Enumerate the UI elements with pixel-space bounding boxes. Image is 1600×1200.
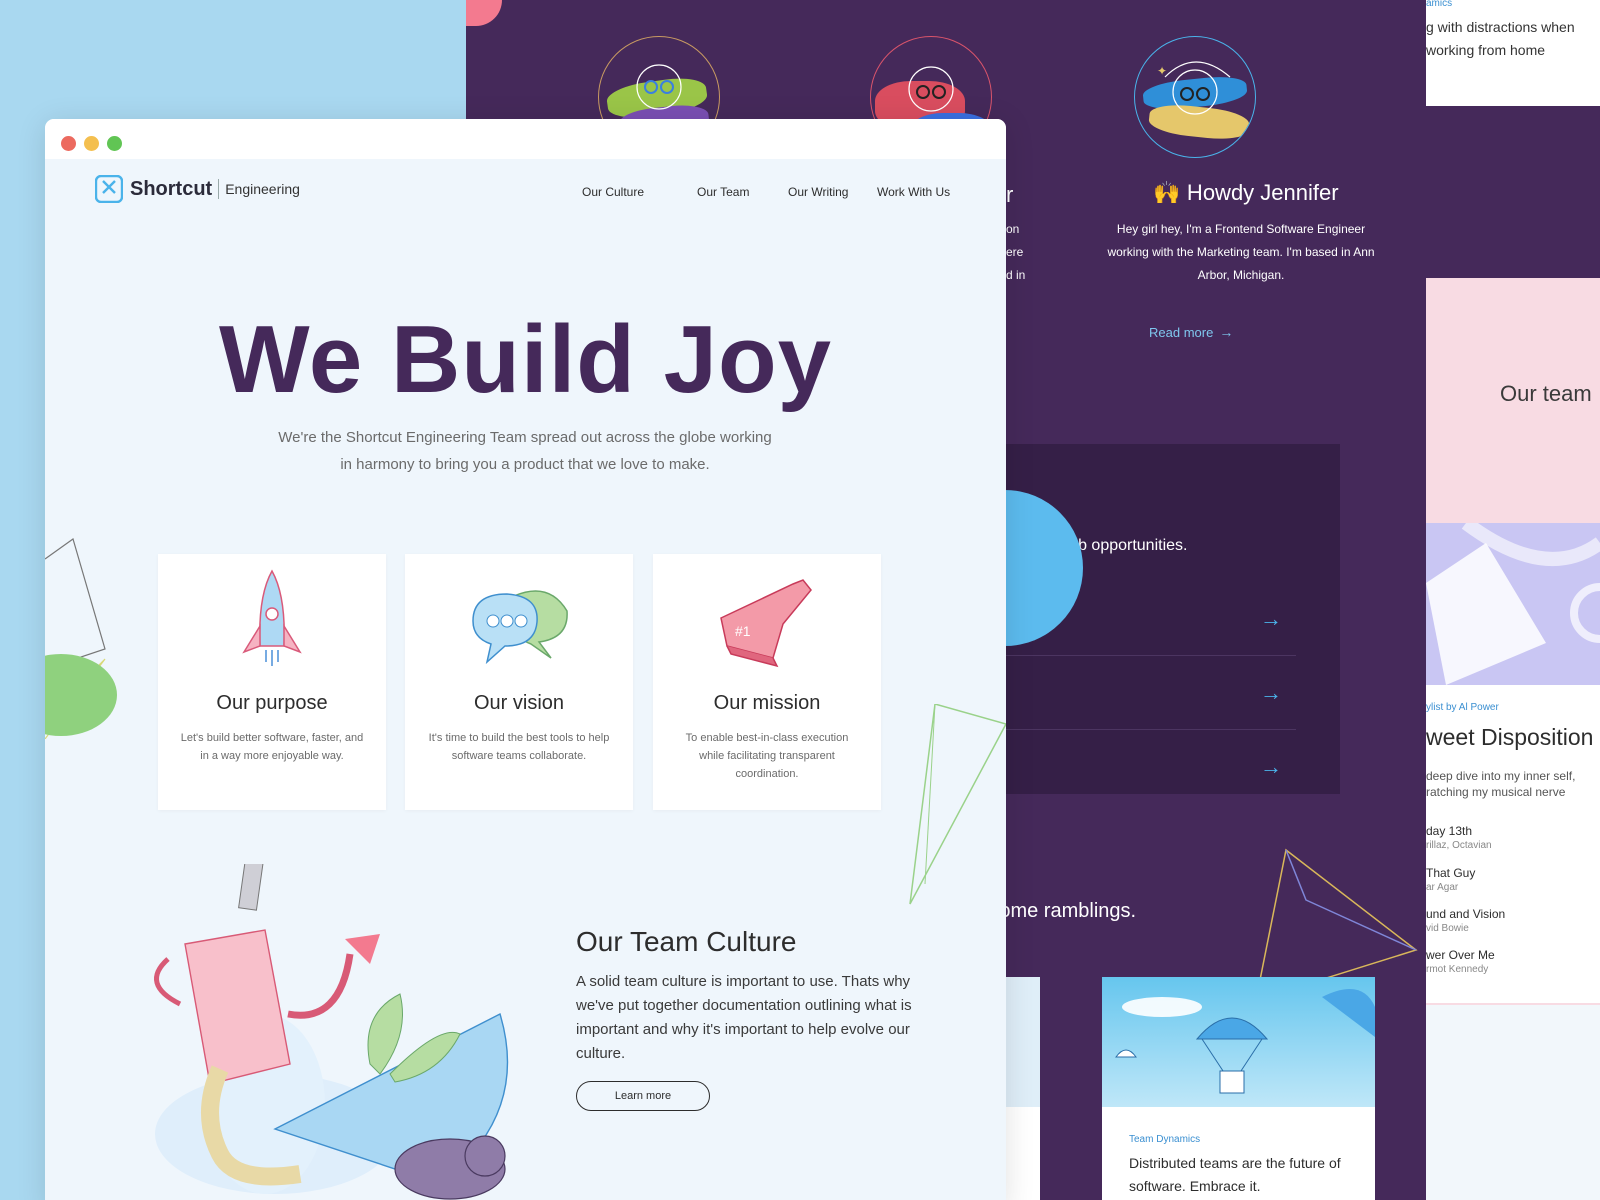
card-title: Our mission <box>713 692 821 714</box>
read-more-label: Read more <box>1149 325 1214 340</box>
playlist-tag: ylist by Al Power <box>1426 702 1499 713</box>
arrow-right-icon: → <box>1260 754 1282 779</box>
track-artist: ar Agar <box>1426 882 1459 893</box>
jennifer-avatar: ✦ <box>1134 36 1256 158</box>
job-row[interactable]: → <box>966 730 1296 804</box>
arrow-right-icon: → <box>1260 606 1282 631</box>
browser-window: Shortcut Engineering Our Culture Our Tea… <box>45 119 1006 1200</box>
close-window-button[interactable] <box>61 136 76 151</box>
track-name: day 13th <box>1426 824 1473 838</box>
arrow-right-icon: → <box>1219 324 1234 340</box>
partial-bio-line: on <box>1006 222 1020 236</box>
article-card[interactable]: Team Dynamics Distributed teams are the … <box>1102 977 1375 1200</box>
track-artist: vid Bowie <box>1426 923 1469 934</box>
article-tag: Team Dynamics <box>1129 1134 1201 1145</box>
playlist-illustration <box>1426 523 1600 685</box>
card-title: Our purpose <box>216 692 328 714</box>
track-artist: rillaz, Octavian <box>1426 840 1492 851</box>
track-name: That Guy <box>1426 866 1476 880</box>
article-tag: amics <box>1426 0 1453 9</box>
nav-our-culture[interactable]: Our Culture <box>582 185 644 199</box>
hero-subtitle: We're the Shortcut Engineering Team spre… <box>278 429 772 473</box>
svg-text:#1: #1 <box>735 623 751 639</box>
track-artist: rmot Kennedy <box>1426 964 1489 975</box>
track-item[interactable]: wer Over Me rmot Kennedy <box>1426 948 1495 975</box>
profile-description: Hey girl hey, I'm a Frontend Software En… <box>1107 222 1375 282</box>
track-name: und and Vision <box>1426 907 1506 921</box>
learn-more-button[interactable]: Learn more <box>576 1081 710 1111</box>
window-titlebar <box>45 119 1006 159</box>
brand-subtitle: Engineering <box>225 181 300 197</box>
paper-plane-illustration <box>909 704 1006 905</box>
partial-name: r <box>1006 182 1014 207</box>
track-item[interactable]: und and Vision vid Bowie <box>1426 907 1505 934</box>
divider <box>218 179 220 199</box>
profile-greeting: 🙌 Howdy Jennifer <box>1153 180 1339 205</box>
article-title: Distributed teams are the future of soft… <box>1129 1155 1341 1194</box>
partial-bio-line: d in <box>1006 268 1026 282</box>
playlist-description: deep dive into my inner self, ratching m… <box>1426 769 1576 799</box>
mission-card: #1 Our mission To enable best-in-class e… <box>653 554 881 810</box>
parachute-illustration <box>1102 977 1375 1107</box>
nav-work-with-us[interactable]: Work With Us <box>877 185 950 199</box>
writing-page-window: amics g with distractions when working f… <box>1426 0 1600 1200</box>
track-item[interactable]: That Guy ar Agar <box>1426 866 1475 893</box>
job-row[interactable]: → <box>966 656 1296 730</box>
culture-illustration <box>154 864 509 1200</box>
shortcut-logo-icon <box>95 175 123 203</box>
card-description: To enable best-in-class execution while … <box>685 732 849 780</box>
purple-band <box>1426 106 1600 278</box>
vision-card: Our vision It's time to build the best t… <box>405 554 633 810</box>
culture-body: A solid team culture is important to use… <box>576 973 912 1062</box>
culture-title: Our Team Culture <box>576 926 797 957</box>
svg-text:✦: ✦ <box>1157 64 1167 78</box>
decorative-shape <box>466 0 502 26</box>
maximize-window-button[interactable] <box>107 136 122 151</box>
article-title: g with distractions when working from ho… <box>1426 19 1575 58</box>
arrow-right-icon: → <box>1260 680 1282 705</box>
partial-bio-line: ere <box>1006 245 1024 259</box>
brand-name: Shortcut <box>130 177 213 200</box>
card-description: Let's build better software, faster, and… <box>180 732 364 762</box>
card-title: Our vision <box>473 692 565 714</box>
nav-our-team[interactable]: Our Team <box>697 185 749 199</box>
section-title: Our team <box>1500 381 1592 406</box>
rocket-icon <box>242 569 302 666</box>
track-item[interactable]: day 13th rillaz, Octavian <box>1426 824 1492 851</box>
hero-title: We Build Joy <box>219 306 832 413</box>
brand-logo[interactable]: Shortcut Engineering <box>95 175 300 203</box>
read-more-link[interactable]: Read more → <box>1149 324 1233 340</box>
nav-our-writing[interactable]: Our Writing <box>788 185 848 199</box>
chat-bubbles-icon <box>472 590 568 665</box>
card-description: It's time to build the best tools to hel… <box>428 732 610 762</box>
article-card[interactable]: amics g with distractions when working f… <box>1426 0 1600 106</box>
track-name: wer Over Me <box>1426 948 1495 962</box>
playlist-title: weet Disposition <box>1426 724 1594 750</box>
minimize-window-button[interactable] <box>84 136 99 151</box>
purpose-card: Our purpose Let's build better software,… <box>158 554 386 810</box>
playlist-card[interactable]: ylist by Al Power weet Disposition deep … <box>1426 523 1600 1003</box>
foam-finger-icon: #1 <box>720 579 812 668</box>
top-navigation: Shortcut Engineering Our Culture Our Tea… <box>45 159 1006 229</box>
